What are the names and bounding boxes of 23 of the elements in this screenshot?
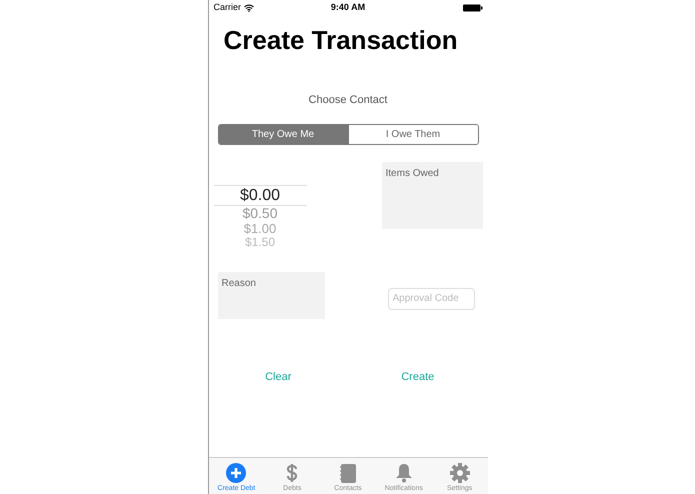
status-time: 9:40 AM [330,0,366,14]
create-button[interactable]: Create [399,368,436,385]
bell-icon [394,463,413,483]
page-title: Create Transaction [224,25,459,55]
picker-option[interactable]: $0.00 [214,184,306,206]
approval-code-field[interactable]: Approval Code [388,288,474,310]
plus-circle-icon [226,463,246,483]
choose-contact-label: Choose Contact [308,93,388,108]
clear-button[interactable]: Clear [263,368,294,385]
segment-tab[interactable]: I Owe Them [348,124,478,144]
items-owed-field[interactable]: Items Owed [382,162,482,228]
reason-field[interactable]: Reason [218,272,324,318]
settings-icon [450,463,470,483]
picker-option[interactable]: $1.50 [244,236,276,248]
amount-picker[interactable]: $0.00 $0.50 $1.00 $1.50 [214,184,306,250]
picker-option[interactable]: $0.50 [242,206,278,220]
wifi-icon [244,4,254,12]
dollar-icon [286,463,298,483]
notebook-icon [340,464,356,483]
carrier-label: Carrier [214,0,242,14]
battery-icon [462,4,482,12]
picker-option[interactable]: $1.00 [244,220,276,236]
segment-tab[interactable]: They Owe Me [218,124,348,144]
